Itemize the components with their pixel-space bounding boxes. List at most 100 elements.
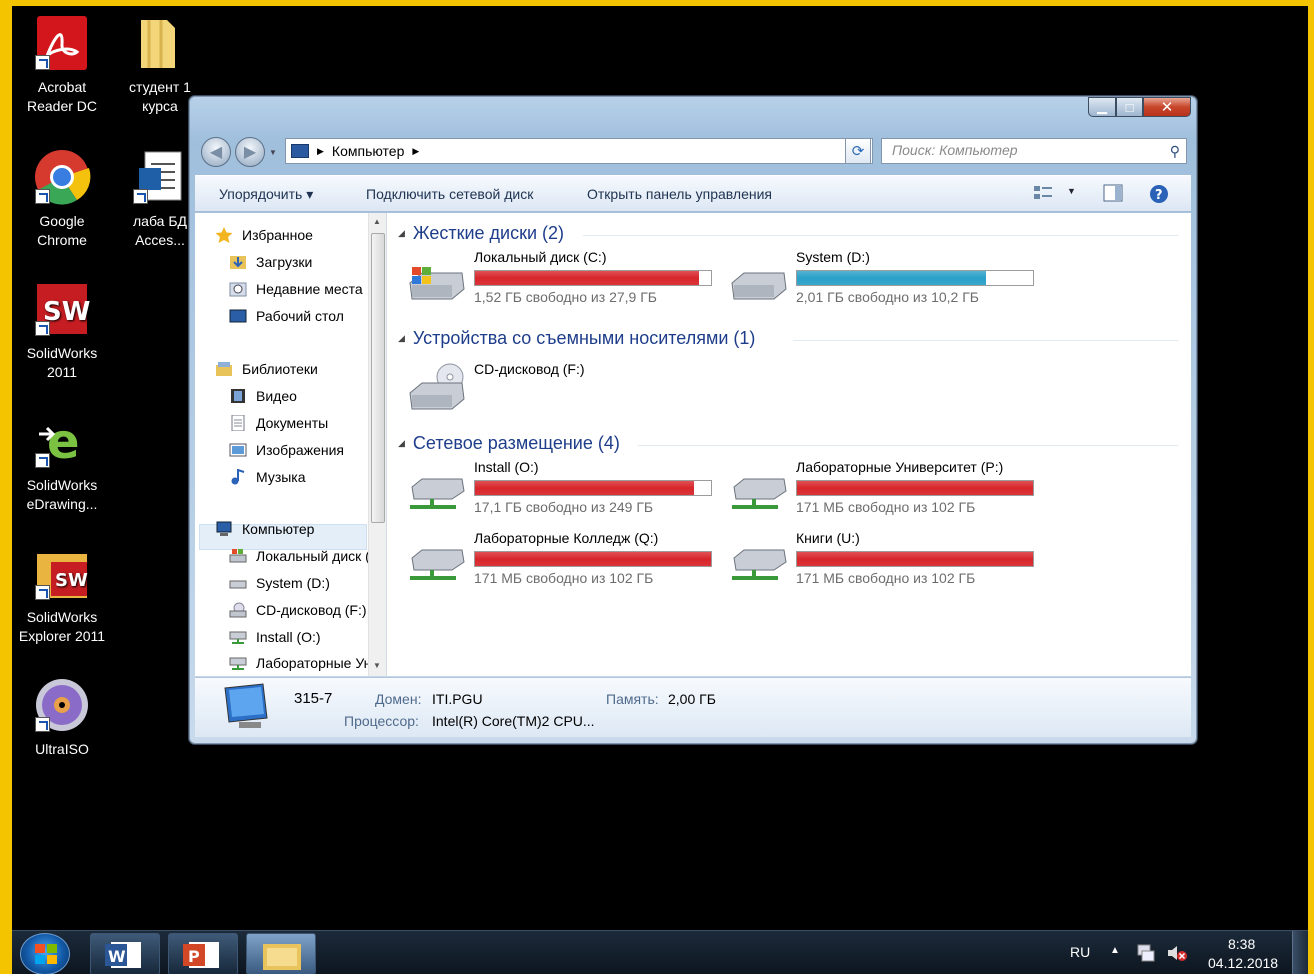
drive-p[interactable]: Лабораторные Университет (P:) 171 МБ сво… — [728, 459, 1048, 519]
show-hidden-icons-icon[interactable]: ▲ — [1110, 945, 1120, 956]
network-drive-icon — [406, 544, 466, 582]
desktop-icon-ultraiso[interactable]: UltraISO — [14, 676, 110, 759]
memory-value: 2,00 ГБ — [668, 691, 716, 707]
nav-music[interactable]: Музыка — [229, 468, 306, 485]
group-removable[interactable]: ◢ Устройства со съемными носителями (1) — [398, 328, 1178, 349]
network-tray-icon[interactable] — [1136, 943, 1156, 966]
breadcrumb-arrow-icon[interactable]: ▶ — [317, 146, 324, 157]
forward-button[interactable]: ▶ — [235, 137, 265, 167]
nav-documents[interactable]: Документы — [229, 414, 328, 432]
drive-f[interactable]: CD-дисковод (F:) — [406, 357, 666, 417]
folder-icon — [131, 14, 189, 72]
scroll-up-icon[interactable]: ▲ — [373, 217, 381, 226]
language-indicator[interactable]: RU — [1070, 944, 1090, 960]
nav-cd-drive[interactable]: CD-дисковод (F:) — [229, 602, 367, 618]
drive-icon — [229, 575, 247, 591]
chrome-icon — [33, 148, 91, 206]
volume-muted-icon[interactable] — [1166, 943, 1188, 966]
music-note-icon — [229, 468, 247, 485]
network-drive-icon — [728, 544, 788, 582]
scroll-down-icon[interactable]: ▼ — [373, 661, 381, 670]
word-icon: W — [105, 942, 141, 968]
collapse-triangle-icon[interactable]: ◢ — [398, 333, 405, 344]
svg-text:?: ? — [1155, 188, 1163, 203]
clock-date[interactable]: 04.12.2018 — [1208, 955, 1278, 971]
taskbar-explorer[interactable] — [246, 933, 316, 974]
search-input[interactable]: Поиск: Компьютер ⚲ — [881, 138, 1187, 164]
refresh-button[interactable]: ⟳ — [845, 138, 871, 164]
open-control-panel-button[interactable]: Открыть панель управления — [587, 186, 772, 202]
nav-computer[interactable]: Компьютер — [215, 521, 314, 537]
computer-name: 315-7 — [294, 690, 333, 707]
drive-c[interactable]: Локальный диск (C:) 1,52 ГБ свободно из … — [406, 249, 726, 309]
desktop-icon-sw-explorer[interactable]: SW SolidWorks Explorer 2011 — [14, 544, 110, 646]
svg-text:P: P — [188, 947, 200, 966]
svg-text:SW: SW — [55, 570, 88, 591]
desktop-icon-chrome[interactable]: Google Chrome — [14, 148, 110, 250]
start-button[interactable] — [20, 933, 70, 974]
network-drive-icon — [229, 629, 247, 645]
nav-downloads[interactable]: Загрузки — [229, 254, 312, 270]
svg-text:SW: SW — [43, 297, 90, 327]
taskbar-powerpoint[interactable]: P — [168, 933, 238, 974]
taskbar-word[interactable]: W — [90, 933, 160, 974]
group-divider — [793, 340, 1178, 341]
nav-lab-drive[interactable]: Лабораторные Университет (P:) — [229, 655, 386, 671]
desktop-icon-acrobat[interactable]: Acrobat Reader DC — [14, 14, 110, 116]
nav-desktop[interactable]: Рабочий стол — [229, 308, 344, 324]
nav-scrollbar[interactable]: ▲ ▼ — [368, 213, 386, 676]
preview-pane-icon[interactable] — [1103, 184, 1123, 202]
nav-favorites[interactable]: Избранное — [215, 227, 313, 243]
cd-drive-icon — [229, 602, 247, 618]
breadcrumb-arrow-icon[interactable]: ▶ — [412, 146, 419, 157]
close-button[interactable]: ✕ — [1143, 97, 1191, 117]
view-dropdown-icon[interactable]: ▼ — [1067, 186, 1076, 196]
edrawings-icon: e — [33, 412, 91, 470]
search-icon[interactable]: ⚲ — [1170, 143, 1180, 160]
navigation-pane: Избранное Загрузки Недавние места Рабочи… — [195, 213, 387, 676]
nav-install-drive[interactable]: Install (O:) — [229, 629, 321, 645]
documents-library-icon — [229, 414, 247, 432]
desktop-icon-solidworks[interactable]: SW SolidWorks 2011 — [14, 280, 110, 382]
nav-local-disk[interactable]: Локальный диск (C:) — [229, 548, 386, 564]
images-library-icon — [229, 442, 247, 458]
collapse-triangle-icon[interactable]: ◢ — [398, 228, 405, 239]
map-network-drive-button[interactable]: Подключить сетевой диск — [366, 186, 533, 202]
maximize-button[interactable]: □ — [1116, 97, 1143, 117]
group-hard-disks[interactable]: ◢ Жесткие диски (2) — [398, 223, 1178, 244]
minimize-button[interactable]: ▁ — [1088, 97, 1116, 117]
breadcrumb-computer[interactable]: Компьютер — [332, 143, 404, 159]
recent-places-icon — [229, 281, 247, 297]
address-bar[interactable]: ▶ Компьютер ▶ ▼ — [285, 138, 873, 164]
windows-drive-icon — [406, 263, 466, 301]
nav-libraries[interactable]: Библиотеки — [215, 361, 318, 377]
organize-button[interactable]: Упорядочить ▾ — [219, 186, 313, 203]
drive-o[interactable]: Install (O:) 17,1 ГБ свободно из 249 ГБ — [406, 459, 726, 519]
nav-recent-places[interactable]: Недавние места — [229, 281, 363, 297]
nav-video[interactable]: Видео — [229, 388, 297, 404]
content-area: Избранное Загрузки Недавние места Рабочи… — [195, 213, 1191, 676]
group-network[interactable]: ◢ Сетевое размещение (4) — [398, 433, 1178, 454]
help-icon[interactable]: ? — [1149, 184, 1169, 203]
nav-system-disk[interactable]: System (D:) — [229, 575, 330, 591]
computer-icon — [291, 144, 309, 158]
back-button[interactable]: ◀ — [201, 137, 231, 167]
view-options-icon[interactable] — [1033, 184, 1053, 202]
group-divider — [583, 235, 1178, 236]
details-pane: 315-7 Домен: ITI.PGU Память: 2,00 ГБ Про… — [195, 677, 1191, 737]
desktop-icon-edrawings[interactable]: e SolidWorks eDrawing... — [14, 412, 110, 514]
clock-time[interactable]: 8:38 — [1228, 936, 1255, 952]
cd-drive-icon — [406, 363, 466, 411]
show-desktop-button[interactable] — [1292, 931, 1308, 974]
scrollbar-thumb[interactable] — [371, 233, 385, 523]
nav-images[interactable]: Изображения — [229, 442, 344, 458]
windows-logo-icon — [35, 944, 57, 964]
solidworks-icon: SW — [33, 280, 91, 338]
desktop-folder-icon — [229, 308, 247, 324]
drive-u[interactable]: Книги (U:) 171 МБ свободно из 102 ГБ — [728, 530, 1048, 590]
history-dropdown-icon[interactable]: ▼ — [269, 148, 277, 157]
collapse-triangle-icon[interactable]: ◢ — [398, 438, 405, 449]
drive-q[interactable]: Лабораторные Колледж (Q:) 171 МБ свободн… — [406, 530, 726, 590]
usage-bar — [796, 551, 1034, 567]
drive-d[interactable]: System (D:) 2,01 ГБ свободно из 10,2 ГБ — [728, 249, 1048, 309]
